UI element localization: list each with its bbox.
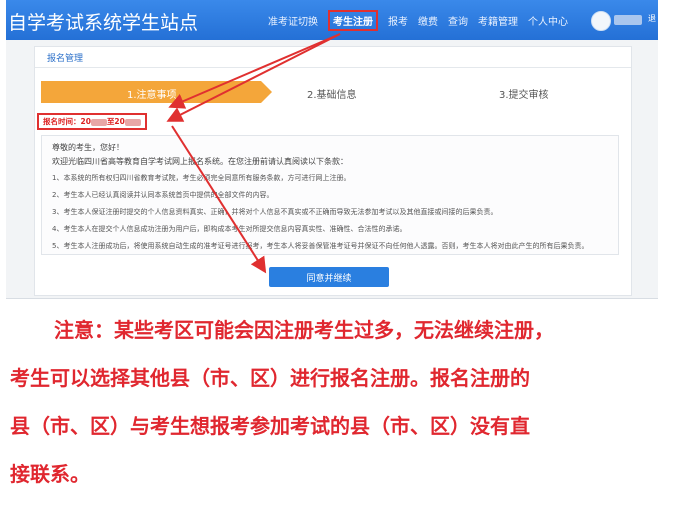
screenshot: 自学考试系统学生站点 准考证切换 考生注册 报考 缴费 查询 考籍管理 个人中心… — [6, 0, 658, 299]
arrow-to-step — [168, 33, 341, 109]
annotation-arrows — [166, 33, 341, 274]
caption-text: 注意：某些考区可能会因注册考生过多，无法继续注册， — [54, 318, 554, 342]
arrow-to-time — [166, 33, 341, 122]
arrow-to-button — [171, 125, 267, 274]
caption-note: 注意：某些考区可能会因注册考生过多，无法继续注册， 考生可以选择其他县（市、区）… — [10, 306, 660, 498]
caption-line: 县（市、区）与考生想报考参加考试的县（市、区）没有直 — [10, 414, 530, 438]
caption-line: 接联系。 — [10, 462, 90, 486]
caption-line: 考生可以选择其他县（市、区）进行报名注册。报名注册的 — [10, 366, 530, 390]
caption-line: 注意：某些考区可能会因注册考生过多，无法继续注册， — [10, 306, 660, 354]
